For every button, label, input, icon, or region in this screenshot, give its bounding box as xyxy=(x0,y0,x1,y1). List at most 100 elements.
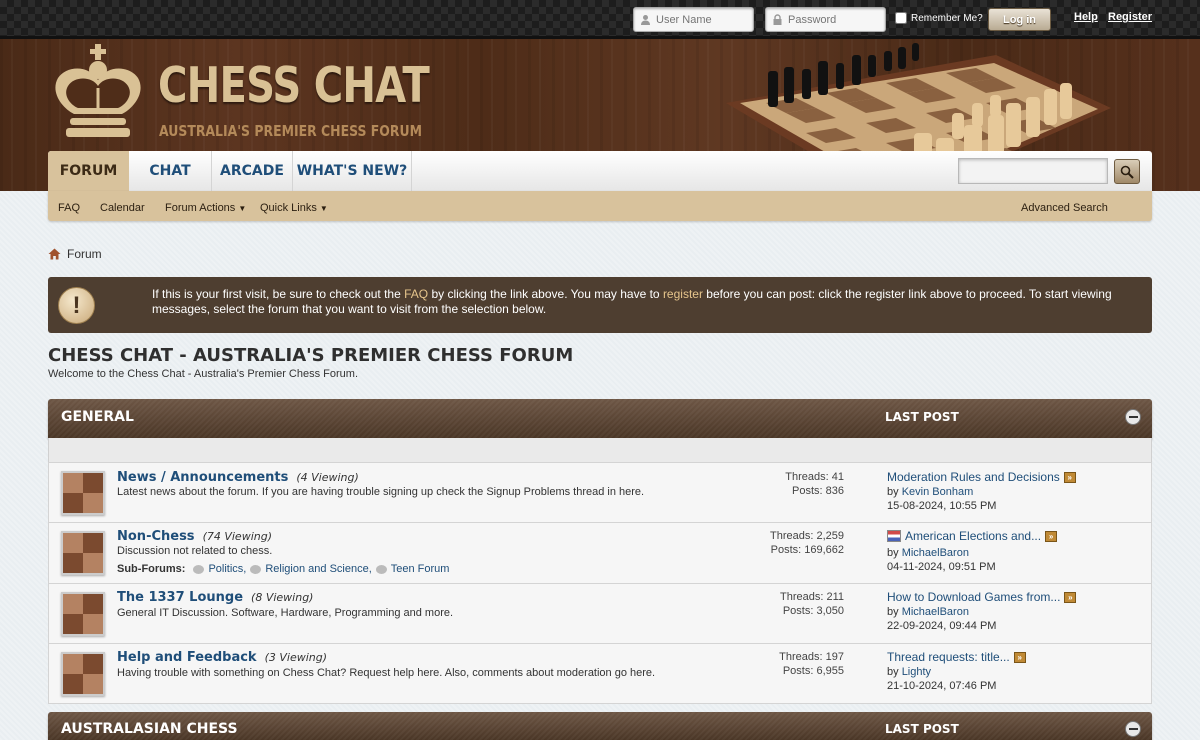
breadcrumb: Forum xyxy=(48,247,102,261)
tab-whats-new[interactable]: WHAT'S NEW? xyxy=(293,151,412,191)
category-title[interactable]: AUSTRALASIAN CHESS xyxy=(61,721,238,737)
notice-text-part2: by clicking the link above. You may have… xyxy=(428,287,663,301)
forum-description: Having trouble with something on Chess C… xyxy=(117,667,656,679)
remember-me[interactable]: Remember Me? xyxy=(895,12,983,24)
speech-bubble-icon xyxy=(375,564,387,574)
forum-title[interactable]: Non-Chess (74 Viewing) xyxy=(117,529,272,544)
last-post-title-text: Moderation Rules and Decisions xyxy=(887,470,1060,484)
forum-title[interactable]: News / Announcements (4 Viewing) xyxy=(117,470,359,485)
last-post-title-text: American Elections and... xyxy=(905,529,1042,543)
goto-last-post-icon[interactable]: » xyxy=(1045,530,1058,542)
last-post-time: 07:46 PM xyxy=(949,680,997,692)
forum-title[interactable]: The 1337 Lounge (8 Viewing) xyxy=(117,590,313,605)
last-post-header: LAST POST xyxy=(885,410,959,424)
forum-description: Discussion not related to chess. xyxy=(117,545,273,557)
goto-last-post-icon[interactable]: » xyxy=(1063,471,1076,483)
last-post-time: 09:51 PM xyxy=(948,561,996,573)
site-subtitle: AUSTRALIA'S PREMIER CHESS FORUM xyxy=(159,122,422,140)
last-post-user[interactable]: Kevin Bonham xyxy=(902,486,974,498)
forum-row-non-chess: Non-Chess (74 Viewing) Discussion not rel… xyxy=(48,523,1152,584)
subnav-advanced-search[interactable]: Advanced Search xyxy=(1021,202,1108,214)
forum-description: Latest news about the forum. If you are … xyxy=(117,486,645,498)
last-post-date: 21-10-2024, xyxy=(887,680,947,692)
subnav-faq[interactable]: FAQ xyxy=(58,202,80,214)
forum-stats: Threads: 2,259 Posts: 169,662 xyxy=(770,529,844,557)
lock-icon xyxy=(773,14,782,25)
collapse-icon[interactable] xyxy=(1125,409,1141,425)
subforums-label: Sub-Forums: xyxy=(117,563,186,575)
subforum-teen-forum[interactable]: Teen Forum xyxy=(375,563,449,575)
subforums-list: Sub-Forums: Politics, Religion and Scien… xyxy=(117,563,449,575)
remember-me-label: Remember Me? xyxy=(911,12,983,24)
search-icon xyxy=(1120,165,1134,179)
last-post: Thread requests: title...» by Lighty 21-… xyxy=(887,650,1026,693)
register-link[interactable]: Register xyxy=(1108,11,1152,23)
username-input[interactable] xyxy=(656,13,746,26)
password-input[interactable] xyxy=(788,13,878,26)
subforum-religion-science[interactable]: Religion and Science, xyxy=(250,563,372,575)
last-post-title[interactable]: American Elections and...» xyxy=(887,529,1058,543)
tab-forum[interactable]: FORUM xyxy=(48,151,129,191)
site-title[interactable]: CHESS CHAT xyxy=(158,57,430,114)
last-post-title[interactable]: Moderation Rules and Decisions» xyxy=(887,470,1076,484)
subnav-forum-actions[interactable]: Forum Actions ▼ xyxy=(165,202,246,214)
subnav-quick-links[interactable]: Quick Links ▼ xyxy=(260,202,328,214)
forum-status-icon xyxy=(61,471,105,515)
forum-title-text: News / Announcements xyxy=(117,470,289,485)
thread-count: Threads: 41 xyxy=(785,471,844,483)
goto-last-post-icon[interactable]: » xyxy=(1013,651,1026,663)
thread-count: Threads: 2,259 xyxy=(770,530,844,542)
forum-status-icon xyxy=(61,531,105,575)
category-header-australasian-chess: AUSTRALASIAN CHESS LAST POST xyxy=(48,712,1152,740)
sub-navbar: FAQ Calendar Forum Actions ▼ Quick Links… xyxy=(48,191,1152,221)
subforum-label: Religion and Science, xyxy=(265,563,372,575)
forum-actions-label: Forum Actions xyxy=(165,202,236,214)
last-post-user[interactable]: Lighty xyxy=(902,666,931,678)
last-post-by: by xyxy=(887,547,899,559)
category-header-general: GENERAL LAST POST xyxy=(48,399,1152,438)
login-button[interactable]: Log in xyxy=(988,8,1051,31)
last-post-title[interactable]: Thread requests: title...» xyxy=(887,650,1026,664)
help-link[interactable]: Help xyxy=(1074,11,1098,23)
page-welcome: Welcome to the Chess Chat - Australia's … xyxy=(48,368,359,380)
thread-count: Threads: 197 xyxy=(779,651,844,663)
page-title: CHESS CHAT - AUSTRALIA'S PREMIER CHESS F… xyxy=(48,345,574,366)
remember-me-checkbox[interactable] xyxy=(895,12,907,24)
password-field[interactable] xyxy=(765,7,886,32)
last-post-title[interactable]: How to Download Games from...» xyxy=(887,590,1077,604)
last-post-date: 15-08-2024, xyxy=(887,500,947,512)
last-post-time: 10:55 PM xyxy=(949,500,997,512)
username-field[interactable] xyxy=(633,7,754,32)
category-title[interactable]: GENERAL xyxy=(61,409,134,425)
notice-text: If this is your first visit, be sure to … xyxy=(152,287,1152,317)
subforum-politics[interactable]: Politics, xyxy=(193,563,246,575)
last-post-title-text: How to Download Games from... xyxy=(887,590,1061,604)
crown-logo-icon[interactable] xyxy=(48,42,148,142)
home-icon[interactable] xyxy=(48,248,61,260)
last-post-user[interactable]: MichaelBaron xyxy=(902,606,969,618)
post-count: Posts: 6,955 xyxy=(782,665,844,677)
collapse-icon[interactable] xyxy=(1125,721,1141,737)
tab-arcade[interactable]: ARCADE xyxy=(212,151,293,191)
search-button[interactable] xyxy=(1114,159,1140,184)
forum-row-1337-lounge: The 1337 Lounge (8 Viewing) General IT Di… xyxy=(48,584,1152,644)
last-post-user[interactable]: MichaelBaron xyxy=(902,547,969,559)
first-visit-notice: ! If this is your first visit, be sure t… xyxy=(48,277,1152,333)
notice-faq-link[interactable]: FAQ xyxy=(404,287,428,301)
forum-title-text: The 1337 Lounge xyxy=(117,590,244,605)
tab-chat[interactable]: CHAT xyxy=(129,151,212,191)
forum-title-text: Help and Feedback xyxy=(117,650,257,665)
viewing-count: (74 Viewing) xyxy=(202,530,272,543)
notice-register-link[interactable]: register xyxy=(663,287,703,301)
subforum-label: Politics, xyxy=(208,563,247,575)
goto-last-post-icon[interactable]: » xyxy=(1064,591,1077,603)
flag-icon xyxy=(887,530,901,542)
forum-stats: Threads: 211 Posts: 3,050 xyxy=(780,590,844,618)
search-input[interactable] xyxy=(958,158,1108,184)
forum-row-news: News / Announcements (4 Viewing) Latest n… xyxy=(48,462,1152,523)
subnav-calendar[interactable]: Calendar xyxy=(100,202,145,214)
forum-title[interactable]: Help and Feedback (3 Viewing) xyxy=(117,650,327,665)
viewing-count: (3 Viewing) xyxy=(264,651,328,664)
category-spacer xyxy=(48,438,1152,462)
breadcrumb-forum[interactable]: Forum xyxy=(67,247,102,261)
